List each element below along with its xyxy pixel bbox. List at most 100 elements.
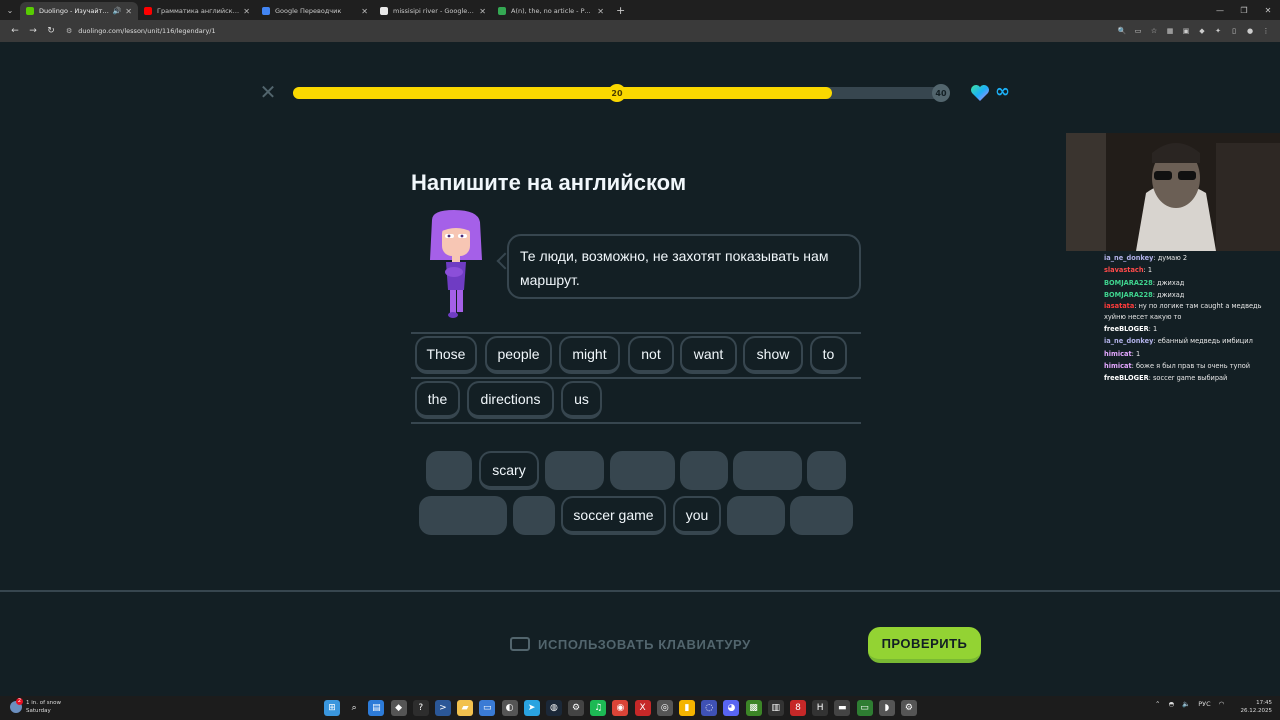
browser-tab[interactable]: Грамматика английского язы ✕ bbox=[138, 2, 256, 20]
app-icon[interactable]: ◐ bbox=[501, 700, 518, 716]
app-icon[interactable]: ◆ bbox=[390, 700, 407, 716]
chat-username[interactable]: iasatata bbox=[1104, 302, 1134, 310]
app-icon[interactable]: ◗ bbox=[878, 700, 895, 716]
chat-username[interactable]: BOMJARA228 bbox=[1104, 279, 1153, 287]
chat-username[interactable]: BOMJARA228 bbox=[1104, 291, 1153, 299]
app-icon[interactable]: ▭ bbox=[479, 700, 496, 716]
maximize-icon[interactable]: ❐ bbox=[1232, 6, 1256, 15]
wifi-icon[interactable]: ◠ bbox=[1219, 700, 1225, 708]
tray-chevron-icon[interactable]: ⌃ bbox=[1155, 700, 1160, 708]
browser-tab[interactable]: Duolingo - Изучайте англи🔊✕ bbox=[20, 2, 138, 20]
answer-word-tile[interactable]: the bbox=[415, 381, 460, 419]
folder-icon[interactable]: ▰ bbox=[457, 700, 474, 716]
zoom-icon[interactable]: 🔍 bbox=[1114, 27, 1130, 35]
browser-tab[interactable]: A(n), the, no article - Page 3 of ✕ bbox=[492, 2, 610, 20]
discord-icon[interactable]: ◕ bbox=[723, 700, 740, 716]
file-explorer-icon[interactable]: ▤ bbox=[368, 700, 385, 716]
app-icon[interactable]: ? bbox=[412, 700, 429, 716]
profile-avatar[interactable]: ● bbox=[1242, 27, 1258, 35]
challenge-title: Напишите на английском bbox=[411, 170, 687, 195]
lesson-progress-bar: 20 40 bbox=[293, 84, 950, 102]
new-tab-button[interactable]: + bbox=[616, 4, 625, 17]
check-button[interactable]: ПРОВЕРИТЬ bbox=[868, 627, 981, 663]
extension-icon[interactable]: ▣ bbox=[1178, 27, 1194, 35]
answer-word-tile[interactable]: to bbox=[810, 336, 847, 374]
chat-username[interactable]: freeBLOGER bbox=[1104, 325, 1149, 333]
back-icon[interactable]: ← bbox=[6, 26, 24, 36]
answer-word-tile[interactable]: Those bbox=[415, 336, 477, 374]
minimize-icon[interactable]: — bbox=[1208, 6, 1232, 15]
answer-word-tile[interactable]: people bbox=[485, 336, 552, 374]
clock-date: 26.12.2025 bbox=[1240, 708, 1273, 714]
chat-username[interactable]: ia_ne_donkey bbox=[1104, 337, 1153, 345]
browser-menu-icon[interactable]: ⋮ bbox=[1258, 27, 1274, 35]
chat-username[interactable]: slavastach bbox=[1104, 266, 1144, 274]
tab-audio-icon[interactable]: 🔊 bbox=[113, 7, 122, 15]
url-field[interactable]: ⚙ duolingo.com/lesson/unit/116/legendary… bbox=[66, 23, 1114, 39]
answer-word-tile[interactable]: show bbox=[743, 336, 803, 374]
reload-icon[interactable]: ↻ bbox=[42, 26, 60, 36]
windows-start-icon[interactable]: ⊞ bbox=[324, 700, 340, 716]
app-icon[interactable]: ▮ bbox=[679, 700, 695, 716]
telegram-icon[interactable]: ➤ bbox=[523, 700, 540, 716]
answer-word-tile[interactable]: might bbox=[559, 336, 620, 374]
extension-icon[interactable]: ▦ bbox=[1162, 27, 1178, 35]
language-indicator[interactable]: РУС bbox=[1198, 700, 1210, 708]
tab-search-icon[interactable]: ⌄ bbox=[0, 0, 20, 20]
weather-widget[interactable]: 2 1 in. of snow Saturday bbox=[10, 698, 61, 715]
taskbar-clock[interactable]: 17:45 26.12.2025 bbox=[1241, 699, 1273, 715]
app-icon[interactable]: ◎ bbox=[656, 700, 673, 716]
chrome-icon[interactable]: ◉ bbox=[612, 700, 629, 716]
app-icon[interactable]: ▭ bbox=[856, 700, 873, 716]
terminal-icon[interactable]: > bbox=[434, 700, 451, 716]
tab-close-icon[interactable]: ✕ bbox=[479, 7, 486, 16]
forward-icon[interactable]: → bbox=[24, 26, 42, 36]
app-icon[interactable]: H bbox=[812, 700, 829, 716]
chat-username[interactable]: himicat bbox=[1104, 362, 1132, 370]
search-icon[interactable]: ⌕ bbox=[346, 700, 362, 716]
spotify-icon[interactable]: ♫ bbox=[590, 700, 607, 716]
chat-username[interactable]: freeBLOGER bbox=[1104, 374, 1149, 382]
chat-username[interactable]: himicat bbox=[1104, 350, 1132, 358]
app-icon[interactable]: ▬ bbox=[834, 700, 851, 716]
cast-icon[interactable]: ▭ bbox=[1130, 27, 1146, 35]
answer-word-tile[interactable]: directions bbox=[467, 381, 554, 419]
app-icon[interactable]: ◌ bbox=[701, 700, 718, 716]
chat-message: slavastach: 1 bbox=[1104, 264, 1280, 276]
answer-word-tile[interactable]: not bbox=[628, 336, 674, 374]
word-bank-tile[interactable]: soccer game bbox=[561, 496, 666, 535]
browser-tab[interactable]: missisipi river - Google Search ✕ bbox=[374, 2, 492, 20]
tab-close-icon[interactable]: ✕ bbox=[597, 7, 604, 16]
word-bank-slot-empty bbox=[680, 451, 728, 490]
webcam-feed bbox=[1066, 133, 1280, 251]
volume-icon[interactable]: 🔈 bbox=[1182, 700, 1190, 708]
minecraft-icon[interactable]: ▩ bbox=[745, 700, 762, 716]
close-window-icon[interactable]: ✕ bbox=[1256, 6, 1280, 15]
sidebar-icon[interactable]: ▯ bbox=[1226, 27, 1242, 35]
progress-marker-goal: 40 bbox=[932, 84, 950, 102]
app-icon[interactable]: X bbox=[634, 700, 651, 716]
settings-icon[interactable]: ⚙ bbox=[900, 700, 917, 716]
app-icon[interactable]: 8 bbox=[789, 700, 806, 716]
bookmark-star-icon[interactable]: ☆ bbox=[1146, 27, 1162, 35]
tab-close-icon[interactable]: ✕ bbox=[243, 7, 250, 16]
network-icon[interactable]: ◓ bbox=[1168, 700, 1174, 708]
settings-icon[interactable]: ⚙ bbox=[568, 700, 585, 716]
tab-favicon-icon bbox=[144, 7, 152, 15]
tab-close-icon[interactable]: ✕ bbox=[361, 7, 368, 16]
answer-word-tile[interactable]: want bbox=[680, 336, 737, 374]
extension-icon[interactable]: ◆ bbox=[1194, 27, 1210, 35]
chat-username[interactable]: ia_ne_donkey bbox=[1104, 254, 1153, 262]
tab-close-icon[interactable]: ✕ bbox=[125, 7, 132, 16]
use-keyboard-button[interactable]: ИСПОЛЬЗОВАТЬ КЛАВИАТУРУ bbox=[510, 633, 751, 655]
close-lesson-icon[interactable]: ✕ bbox=[259, 82, 277, 102]
answer-word-tile[interactable]: us bbox=[561, 381, 602, 419]
browser-tab[interactable]: Google Переводчик ✕ bbox=[256, 2, 374, 20]
site-info-icon[interactable]: ⚙ bbox=[66, 27, 72, 35]
progress-marker-current: 20 bbox=[608, 84, 626, 102]
extensions-puzzle-icon[interactable]: ✦ bbox=[1210, 27, 1226, 35]
word-bank-tile[interactable]: you bbox=[673, 496, 721, 535]
steam-icon[interactable]: ◍ bbox=[545, 700, 562, 716]
app-icon[interactable]: ▥ bbox=[767, 700, 784, 716]
word-bank-tile[interactable]: scary bbox=[479, 451, 539, 490]
